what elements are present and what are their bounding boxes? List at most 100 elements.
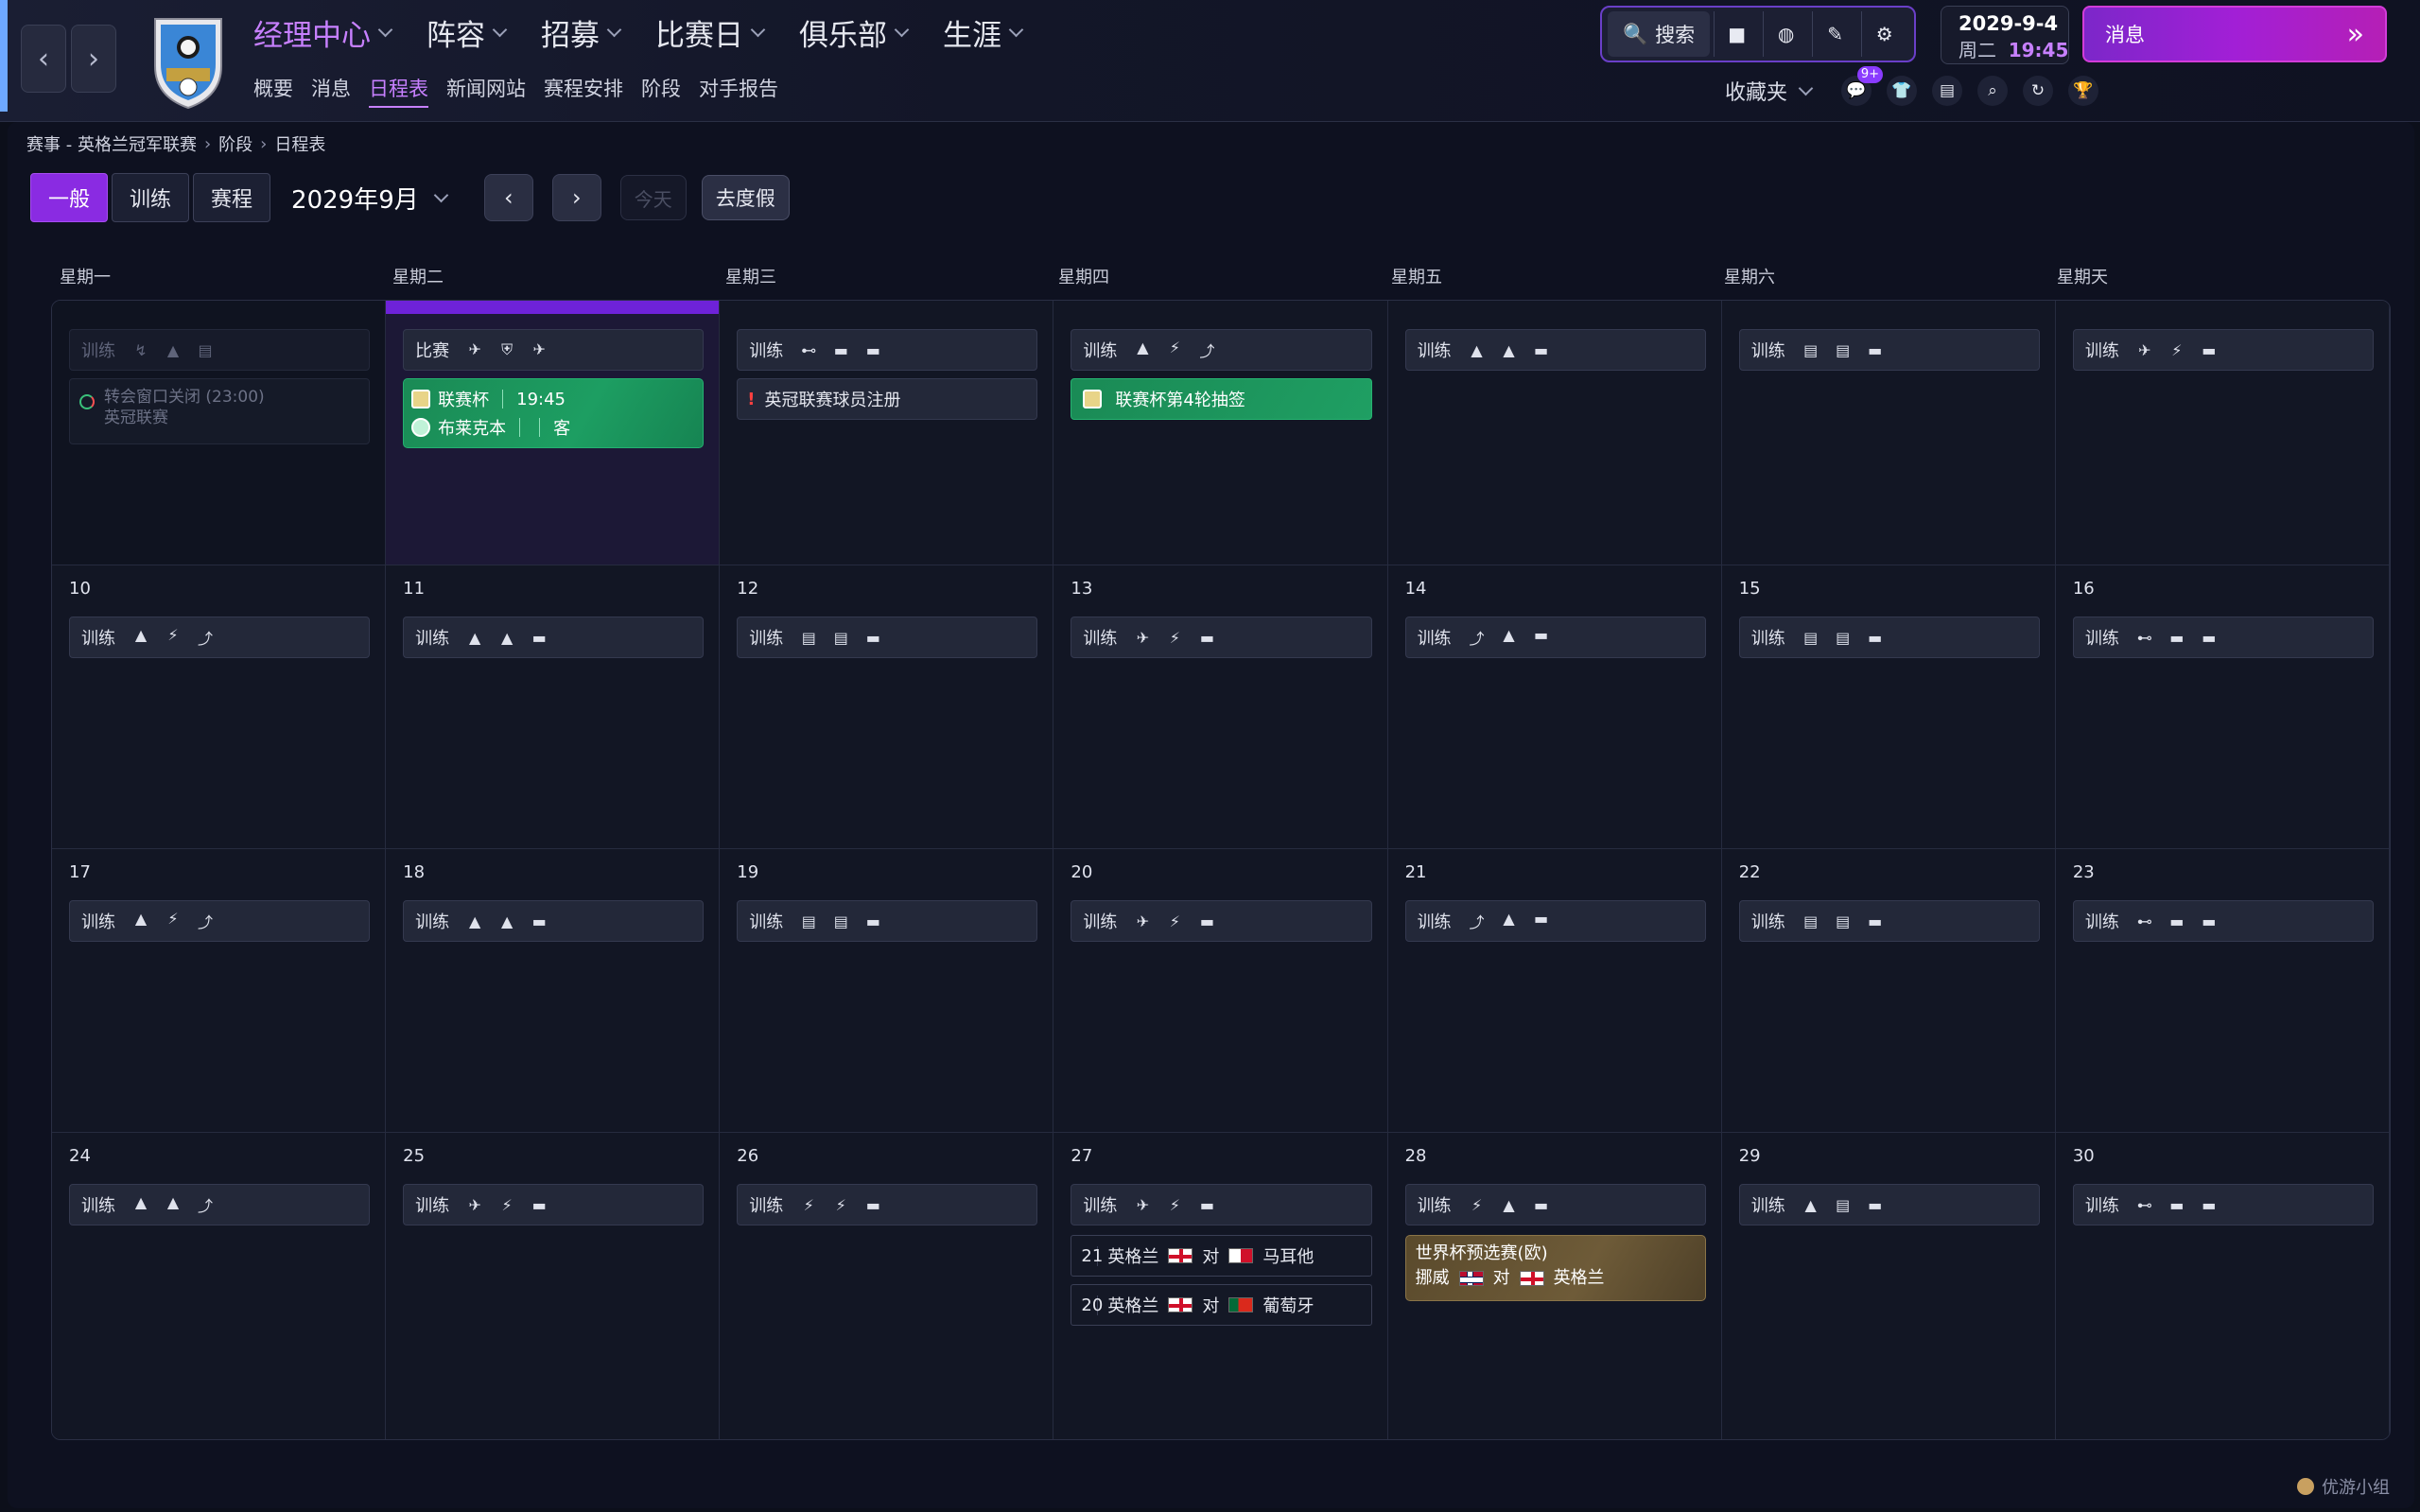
back-button[interactable]: ‹	[21, 25, 66, 93]
notes-button[interactable]: ▤	[1932, 76, 1963, 106]
calendar-day[interactable]: 18 训练 ▲ ▲ ▬	[386, 849, 721, 1133]
next-month-button[interactable]: ›	[551, 174, 601, 221]
calendar-day[interactable]: 11 训练 ▲ ▲ ▬	[386, 565, 721, 849]
settings-button[interactable]: ⚙	[1861, 11, 1906, 57]
cup-match-card[interactable]: 联赛杯 19:45 布莱克本客	[403, 378, 705, 448]
scout-button[interactable]: ⌕	[1977, 76, 2009, 106]
calendar-day[interactable]: 26 训练 ⚡ ⚡ ▬	[720, 1133, 1054, 1439]
training-session[interactable]: 训练 ▲ ▲ ⤴	[69, 1184, 371, 1225]
view-training-button[interactable]: 训练	[112, 173, 190, 222]
calendar-day[interactable]: 29 训练 ▲ ▤ ▬	[1721, 1133, 2056, 1439]
training-session[interactable]: 训练 ⚡ ⚡ ▬	[737, 1184, 1038, 1225]
trophy-button[interactable]: 🏆	[2068, 76, 2099, 106]
menu-squad[interactable]: 阵容	[427, 11, 508, 54]
training-session[interactable]: 训练 ▲ ⚡ ⤴	[1071, 329, 1372, 371]
intl-fixture[interactable]: 20 英格兰对葡萄牙	[1071, 1284, 1372, 1326]
menu-career[interactable]: 生涯	[943, 11, 1024, 54]
chat-button[interactable]: 💬 9+	[1841, 66, 1884, 106]
calendar-day[interactable]: 23 训练 ⊷ ▬ ▬	[2055, 849, 2390, 1133]
training-session[interactable]: 训练 ⤴ ▲ ▬	[1404, 900, 1706, 942]
calendar-day[interactable]: 22 训练 ▤ ▤ ▬	[1721, 849, 2056, 1133]
tab-inbox[interactable]: 消息	[311, 74, 351, 108]
calendar-day[interactable]: 20 训练 ✈ ⚡ ▬	[1053, 849, 1388, 1133]
training-session[interactable]: 训练 ▲ ⚡ ⤴	[69, 900, 371, 942]
vacation-button[interactable]: 去度假	[701, 175, 790, 220]
training-session[interactable]: 训练 ⊷ ▬ ▬	[2072, 900, 2374, 942]
intl-fixture[interactable]: 21 英格兰对马耳他	[1071, 1235, 1372, 1277]
calendar-day[interactable]: 训练 ▲ ⚡ ⤴ 联赛杯第4轮抽签	[1053, 301, 1388, 565]
training-session[interactable]: 训练 ▤ ▤ ▬	[1738, 329, 2040, 371]
month-selector[interactable]: 2029年9月	[291, 181, 449, 216]
prev-month-button[interactable]: ‹	[483, 174, 533, 221]
registration-alert[interactable]: ! 英冠联赛球员注册	[737, 378, 1038, 420]
refresh-button[interactable]: ↻	[2023, 76, 2054, 106]
view-fixtures-button[interactable]: 赛程	[193, 173, 271, 222]
tab-calendar[interactable]: 日程表	[369, 74, 428, 108]
cup-draw-card[interactable]: 联赛杯第4轮抽签	[1071, 378, 1372, 420]
club-crest-icon[interactable]	[146, 9, 231, 110]
training-session[interactable]: 训练 ⊷ ▬ ▬	[737, 329, 1038, 371]
game-date[interactable]: 2029-9-4 周二 19:45	[1941, 6, 2069, 64]
menu-club[interactable]: 俱乐部	[799, 11, 910, 54]
training-session[interactable]: 训练 ▲ ▲ ▬	[403, 617, 705, 658]
view-general-button[interactable]: 一般	[30, 173, 109, 222]
world-button[interactable]: ◍	[1763, 11, 1808, 57]
training-session[interactable]: 训练 ✈ ⚡ ▬	[1071, 1184, 1372, 1225]
training-session[interactable]: 训练 ⚡ ▲ ▬	[1404, 1184, 1706, 1225]
edit-button[interactable]: ✎	[1812, 11, 1857, 57]
calendar-day[interactable]: 10 训练 ▲ ⚡ ⤴	[52, 565, 387, 849]
training-session[interactable]: 训练 ▤ ▤ ▬	[1738, 617, 2040, 658]
menu-matchday[interactable]: 比赛日	[655, 11, 766, 54]
calendar-day[interactable]: 13 训练 ✈ ⚡ ▬	[1053, 565, 1388, 849]
calendar-day[interactable]: 24 训练 ▲ ▲ ⤴	[52, 1133, 387, 1439]
training-session[interactable]: 训练 ⤴ ▲ ▬	[1404, 617, 1706, 658]
breadcrumb-competition[interactable]: 赛事 - 英格兰冠军联赛	[26, 131, 197, 156]
search-button[interactable]: 🔍 搜索	[1608, 11, 1711, 57]
world-cup-qualifier-card[interactable]: 世界杯预选赛(欧) 挪威对英格兰	[1404, 1235, 1706, 1301]
favorites-dropdown[interactable]: 收藏夹	[1725, 76, 1814, 106]
calendar-day-today[interactable]: 比赛 ✈ ⛨ ✈ 联赛杯 19:45 布莱克本客	[386, 301, 721, 565]
tab-fixtures[interactable]: 赛程安排	[544, 74, 623, 108]
calendar-day[interactable]: 训练 ⊷ ▬ ▬ ! 英冠联赛球员注册	[720, 301, 1054, 565]
calendar-day[interactable]: 30 训练 ⊷ ▬ ▬	[2055, 1133, 2390, 1439]
calendar-day[interactable]: 16 训练 ⊷ ▬ ▬	[2055, 565, 2390, 849]
training-session[interactable]: 训练 ⊷ ▬ ▬	[2072, 1184, 2374, 1225]
training-session[interactable]: 训练 ▲ ▲ ▬	[1404, 329, 1706, 371]
training-session[interactable]: 训练 ✈ ⚡ ▬	[2072, 329, 2374, 371]
calendar-day[interactable]: 25 训练 ✈ ⚡ ▬	[386, 1133, 721, 1439]
training-session[interactable]: 训练 ▲ ⚡ ⤴	[69, 617, 371, 658]
calendar-day[interactable]: 17 训练 ▲ ⚡ ⤴	[52, 849, 387, 1133]
calendar-day[interactable]: 12 训练 ▤ ▤ ▬	[720, 565, 1054, 849]
training-session[interactable]: 训练 ▲ ▤ ▬	[1738, 1184, 2040, 1225]
kit-button[interactable]: 👕	[1887, 76, 1918, 106]
calendar-day[interactable]: 15 训练 ▤ ▤ ▬	[1721, 565, 2056, 849]
continue-messages-button[interactable]: 消息 »	[2082, 6, 2387, 62]
calendar-day[interactable]: 训练 ↯ ▲ ▤ 转会窗口关闭 (23:00) 英冠联赛	[52, 301, 387, 565]
tab-news[interactable]: 新闻网站	[446, 74, 526, 108]
bookmark-button[interactable]: ■	[1714, 11, 1759, 57]
training-session[interactable]: 训练 ▲ ▲ ▬	[403, 900, 705, 942]
calendar-day[interactable]: 训练 ▤ ▤ ▬	[1721, 301, 2056, 565]
calendar-day[interactable]: 21 训练 ⤴ ▲ ▬	[1387, 849, 1722, 1133]
tab-opposition[interactable]: 对手报告	[699, 74, 778, 108]
training-session[interactable]: 训练 ↯ ▲ ▤	[69, 329, 371, 371]
training-session[interactable]: 训练 ▤ ▤ ▬	[737, 900, 1038, 942]
breadcrumb-stage[interactable]: 阶段	[218, 131, 252, 156]
tab-stages[interactable]: 阶段	[641, 74, 681, 108]
training-session[interactable]: 训练 ✈ ⚡ ▬	[1071, 900, 1372, 942]
training-session[interactable]: 训练 ✈ ⚡ ▬	[403, 1184, 705, 1225]
transfer-window-notice[interactable]: 转会窗口关闭 (23:00) 英冠联赛	[69, 378, 371, 444]
calendar-day[interactable]: 训练 ▲ ▲ ▬	[1387, 301, 1722, 565]
calendar-day[interactable]: 28 训练 ⚡ ▲ ▬ 世界杯预选赛(欧) 挪威对英格兰	[1387, 1133, 1722, 1439]
calendar-day[interactable]: 19 训练 ▤ ▤ ▬	[720, 849, 1054, 1133]
training-session[interactable]: 训练 ▤ ▤ ▬	[1738, 900, 2040, 942]
opponent-name[interactable]: 布莱克本	[438, 415, 506, 440]
training-session[interactable]: 训练 ▤ ▤ ▬	[737, 617, 1038, 658]
calendar-day[interactable]: 27 训练 ✈ ⚡ ▬ 21 英格兰对马耳他 20 英格兰对葡萄牙	[1053, 1133, 1388, 1439]
tab-overview[interactable]: 概要	[253, 74, 293, 108]
menu-recruitment[interactable]: 招募	[541, 11, 622, 54]
menu-manager-center[interactable]: 经理中心	[253, 11, 393, 54]
calendar-day[interactable]: 训练 ✈ ⚡ ▬	[2055, 301, 2390, 565]
calendar-day[interactable]: 14 训练 ⤴ ▲ ▬	[1387, 565, 1722, 849]
training-session[interactable]: 训练 ✈ ⚡ ▬	[1071, 617, 1372, 658]
